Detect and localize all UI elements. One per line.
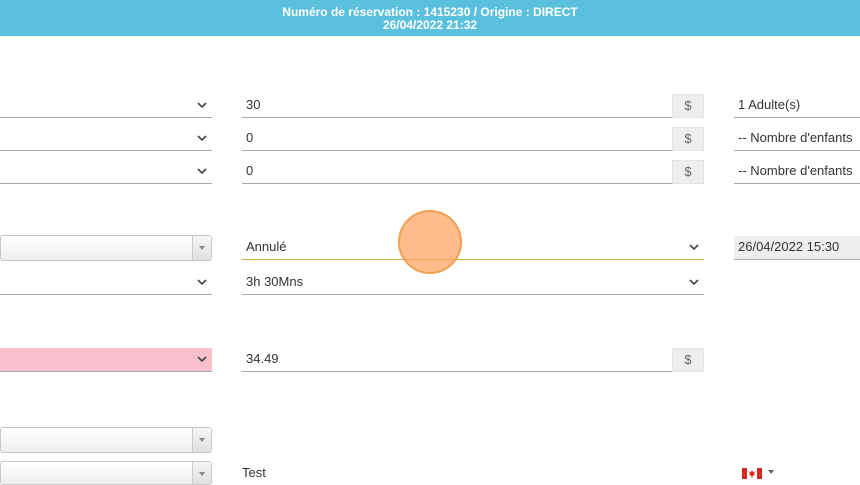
chevron-down-icon bbox=[196, 276, 208, 288]
duration-value: 3h 30Mns bbox=[246, 274, 304, 289]
amount-input-row1[interactable]: 30 bbox=[242, 94, 672, 118]
chevron-down-icon bbox=[196, 99, 208, 111]
children-select-row3[interactable]: -- Nombre d'enfants bbox=[734, 160, 860, 184]
select2-dropdown-lower[interactable] bbox=[0, 427, 212, 453]
status-select[interactable]: Annulé bbox=[242, 236, 704, 260]
caret-down-icon[interactable] bbox=[768, 470, 774, 474]
duration-select[interactable]: 3h 30Mns bbox=[242, 271, 704, 295]
amount-input-row3[interactable]: 0 bbox=[242, 160, 672, 184]
people-select-row1[interactable]: 1 Adulte(s) bbox=[734, 94, 860, 118]
reservation-datetime: 26/04/2022 21:32 bbox=[382, 18, 478, 32]
chevron-down-icon bbox=[196, 353, 208, 365]
chevron-down-icon bbox=[688, 241, 700, 253]
left-select-row1[interactable] bbox=[0, 94, 212, 118]
dropdown-arrow-icon bbox=[192, 236, 211, 260]
currency-addon-row2: $ bbox=[672, 127, 704, 151]
amount-input-row2[interactable]: 0 bbox=[242, 127, 672, 151]
select2-dropdown-bottom[interactable] bbox=[0, 461, 212, 485]
notes-text: Test bbox=[242, 465, 266, 480]
children-select-row2[interactable]: -- Nombre d'enfants bbox=[734, 127, 860, 151]
currency-addon-row1: $ bbox=[672, 94, 704, 118]
left-select-row-duration[interactable] bbox=[0, 271, 212, 295]
chevron-down-icon bbox=[196, 165, 208, 177]
left-select-row2[interactable] bbox=[0, 127, 212, 151]
cursor-highlight bbox=[398, 210, 462, 274]
canada-flag-icon[interactable] bbox=[742, 468, 764, 479]
dropdown-arrow-icon bbox=[192, 428, 211, 452]
total-amount-input[interactable]: 34.49 bbox=[242, 348, 672, 372]
status-date-field[interactable]: 26/04/2022 15:30 bbox=[734, 236, 860, 260]
status-value: Annulé bbox=[246, 239, 287, 254]
select2-dropdown-status-left[interactable] bbox=[0, 235, 212, 261]
left-select-row3[interactable] bbox=[0, 160, 212, 184]
currency-addon-total: $ bbox=[672, 348, 704, 372]
reservation-header: Numéro de réservation : 1415230 / Origin… bbox=[0, 0, 860, 36]
currency-addon-row3: $ bbox=[672, 160, 704, 184]
chevron-down-icon bbox=[196, 132, 208, 144]
chevron-down-icon bbox=[688, 276, 700, 288]
pink-select[interactable] bbox=[0, 348, 212, 372]
